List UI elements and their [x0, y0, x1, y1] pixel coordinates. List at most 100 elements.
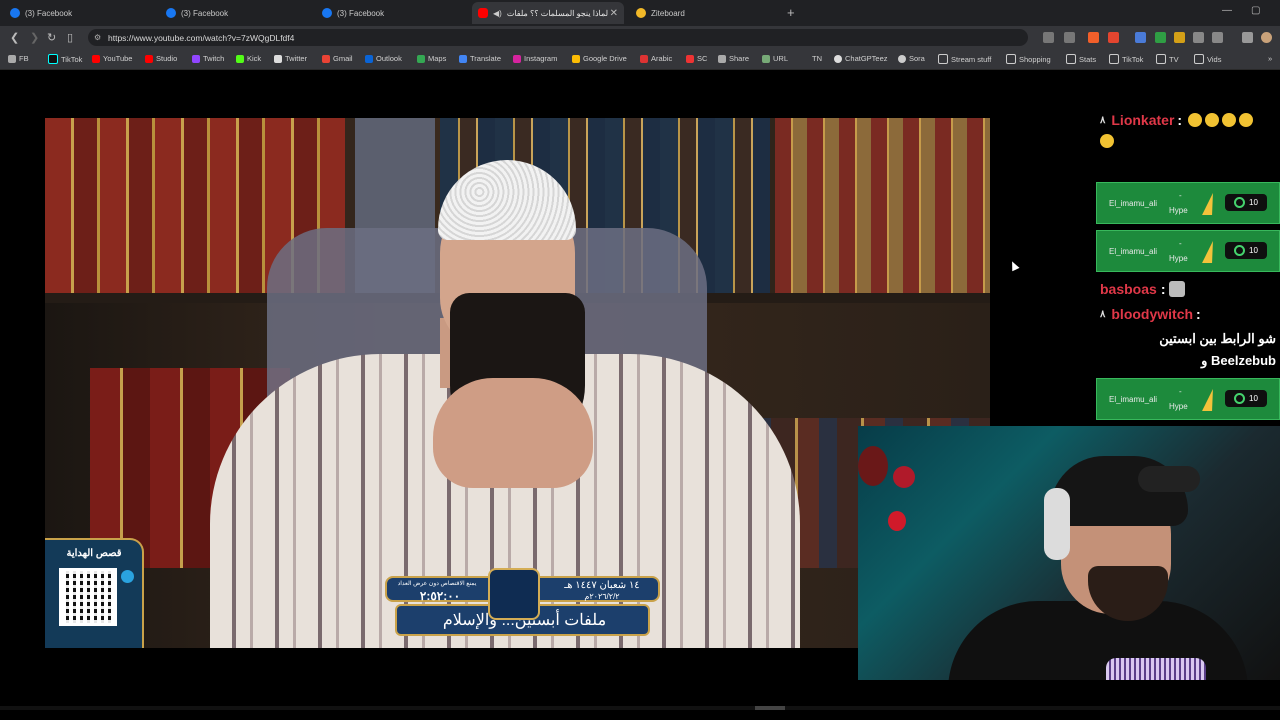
- bookmark-twitter[interactable]: Twitter: [274, 54, 307, 63]
- youtube-studio-icon: [145, 54, 153, 63]
- tab-title: لماذا ينجو المسلمات ؟؟ ملفات: [506, 8, 609, 18]
- bookmark-icon[interactable]: ▯: [67, 31, 73, 44]
- kick-icon: [236, 54, 244, 63]
- bookmark-google-drive[interactable]: Google Drive: [572, 54, 627, 63]
- hype-amount: 10: [1225, 194, 1267, 211]
- folder-icon: [938, 54, 948, 64]
- tab-facebook-1[interactable]: (3) Facebook: [4, 2, 154, 24]
- tab-facebook-2[interactable]: (3) Facebook: [160, 2, 310, 24]
- extension-icon[interactable]: [1174, 32, 1185, 43]
- bookmark-youtube[interactable]: YouTube: [92, 54, 132, 63]
- instagram-icon: [513, 54, 521, 63]
- bookmark-instagram[interactable]: Instagram: [513, 54, 557, 63]
- hype-event: El_imamu_ali - Hype 10: [1096, 378, 1280, 420]
- bookmark-tiktok[interactable]: TikTok: [48, 54, 82, 64]
- hype-amount-value: 10: [1249, 394, 1258, 403]
- youtube-video-player[interactable]: قصص الهداية يمنع الاقتصاص دون عرض العداد…: [45, 118, 990, 648]
- tab-ziteboard[interactable]: Ziteboard: [630, 2, 780, 24]
- bookmark-stats[interactable]: Stats: [1066, 54, 1096, 64]
- bookmark-shopping[interactable]: Shopping: [1006, 54, 1051, 64]
- bookmark-url[interactable]: URL: [762, 54, 788, 63]
- new-tab-button[interactable]: +: [787, 5, 795, 20]
- room-light: [858, 446, 888, 486]
- extension-icon[interactable]: [1155, 32, 1166, 43]
- room-light: [893, 466, 915, 488]
- channel-emblem: [488, 568, 540, 620]
- bookmark-vids[interactable]: Vids: [1194, 54, 1221, 64]
- chat-username: basboas: [1100, 281, 1157, 297]
- bookmark-sc[interactable]: SC: [686, 54, 707, 63]
- bookmark-arabic[interactable]: Arabic: [640, 54, 672, 63]
- tab-facebook-3[interactable]: (3) Facebook: [316, 2, 466, 24]
- cast-icon[interactable]: [1043, 32, 1054, 43]
- bookmark-twitch[interactable]: Twitch: [192, 54, 224, 63]
- telegram-icon: [121, 570, 134, 583]
- brave-rewards-icon[interactable]: [1108, 32, 1119, 43]
- tab-title: (3) Facebook: [181, 8, 229, 18]
- bookmarks-overflow-icon[interactable]: »: [1268, 54, 1272, 63]
- room-light: [888, 511, 906, 531]
- tab-youtube-active[interactable]: ◀) لماذا ينجو المسلمات ؟؟ ملفات ✕: [472, 2, 624, 24]
- bookmark-tv[interactable]: TV: [1156, 54, 1179, 64]
- share-icon[interactable]: [1064, 32, 1075, 43]
- extension-icon[interactable]: [1135, 32, 1146, 43]
- scrollbar-thumb[interactable]: [755, 706, 785, 710]
- close-tab-icon[interactable]: ✕: [610, 8, 618, 19]
- hype-amount-value: 10: [1249, 246, 1258, 255]
- brave-shield-icon[interactable]: [1088, 32, 1099, 43]
- youtube-icon: [478, 8, 488, 18]
- hype-event: El_imamu_ali - Hype 10: [1096, 182, 1280, 224]
- bookmark-tn[interactable]: TN: [812, 54, 822, 63]
- site-info-icon[interactable]: ⚙: [94, 33, 101, 42]
- tab-title: (3) Facebook: [25, 8, 73, 18]
- hype-dash: -: [1179, 387, 1182, 396]
- address-bar[interactable]: ⚙ https://www.youtube.com/watch?v=7zWQgD…: [88, 29, 1028, 46]
- horizontal-scrollbar[interactable]: [0, 706, 1280, 710]
- arabic-icon: [640, 54, 648, 63]
- bookmark-gmail[interactable]: Gmail: [322, 54, 353, 63]
- chat-message-text: شو الرابط بين ابستين Beelzebub و: [1159, 331, 1276, 368]
- chat-message: basboas :: [1100, 281, 1186, 297]
- rofl-emoji-icon: [1100, 134, 1114, 148]
- bookmark-tiktok-folder[interactable]: TikTok: [1109, 54, 1143, 64]
- bookmark-stream-stuff[interactable]: Stream stuff: [938, 54, 991, 64]
- bookmark-share[interactable]: Share: [718, 54, 749, 63]
- maximize-icon[interactable]: ▢: [1251, 5, 1260, 16]
- bookmark-outlook[interactable]: Outlook: [365, 54, 402, 63]
- bookmark-chatgpteez[interactable]: ChatGPTeez: [834, 54, 888, 63]
- emote-icon: [1169, 281, 1186, 297]
- chat-separator: :: [1177, 112, 1183, 128]
- bookmark-kick[interactable]: Kick: [236, 54, 261, 63]
- chat-separator: :: [1160, 281, 1166, 297]
- hype-amount: 10: [1225, 242, 1267, 259]
- bookmark-fb[interactable]: FB: [8, 54, 29, 63]
- sidebar-icon[interactable]: [1212, 32, 1223, 43]
- rofl-emoji-icon: [1205, 113, 1220, 127]
- bookmark-translate[interactable]: Translate: [459, 54, 501, 63]
- media-icon[interactable]: [1242, 32, 1253, 43]
- facebook-icon: [322, 8, 332, 18]
- bookmark-sora[interactable]: Sora: [898, 54, 925, 63]
- speaker-hands: [433, 378, 593, 488]
- chat-username: Lionkater: [1111, 112, 1175, 128]
- chat-badge: ٨: [1100, 308, 1106, 320]
- hype-label: Hype: [1169, 206, 1188, 215]
- browser-toolbar: ❮ ❯ ↻ ▯ ⚙ https://www.youtube.com/watch?…: [0, 26, 1280, 50]
- chatgpt-icon: [834, 54, 842, 63]
- gmail-icon: [322, 54, 330, 63]
- profile-avatar[interactable]: [1261, 32, 1272, 43]
- lightning-icon: [1202, 241, 1218, 263]
- sora-icon: [898, 54, 906, 63]
- coin-icon: [1234, 197, 1246, 208]
- youtube-icon: [92, 54, 100, 63]
- qr-overlay: قصص الهداية: [45, 538, 144, 648]
- bookmark-maps[interactable]: Maps: [417, 54, 446, 63]
- reload-icon[interactable]: ↻: [47, 31, 56, 44]
- rofl-emoji-icon: [1222, 113, 1237, 127]
- minimize-icon[interactable]: —: [1222, 5, 1232, 16]
- bookmark-studio[interactable]: Studio: [145, 54, 177, 63]
- hype-event: El_imamu_ali - Hype 10: [1096, 230, 1280, 272]
- back-icon[interactable]: ❮: [10, 31, 19, 44]
- extensions-puzzle-icon[interactable]: [1193, 32, 1204, 43]
- forward-icon[interactable]: ❯: [30, 31, 39, 44]
